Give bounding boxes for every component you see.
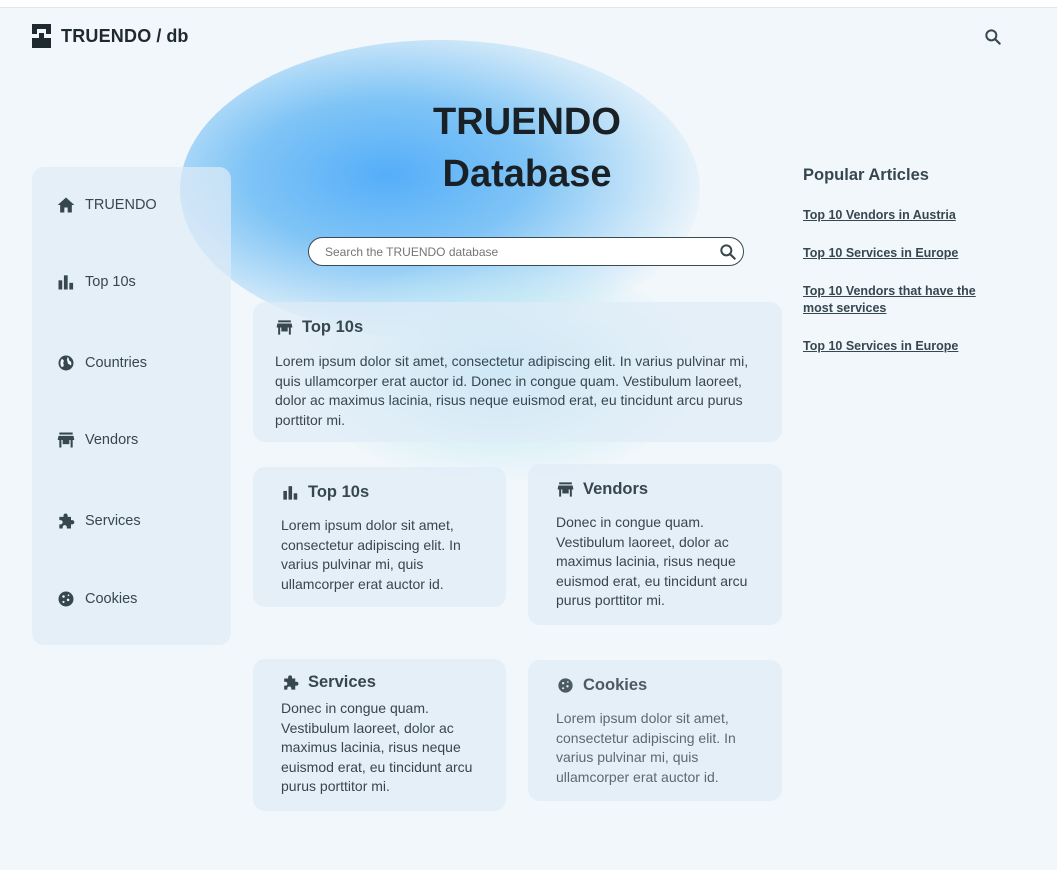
article-link[interactable]: Top 10 Services in Europe	[803, 338, 1003, 355]
card-title: Services	[308, 673, 376, 691]
card-featured-top10s[interactable]: Top 10s Lorem ipsum dolor sit amet, cons…	[253, 302, 782, 442]
sidebar-item-vendors[interactable]: Vendors	[56, 429, 138, 451]
bar-chart-icon	[283, 486, 298, 500]
globe-icon	[58, 355, 74, 371]
popular-articles-heading: Popular Articles	[803, 166, 929, 184]
page-title-line1: TRUENDO	[433, 101, 621, 143]
database-search-bar[interactable]	[308, 237, 744, 266]
sidebar-item-countries[interactable]: Countries	[56, 352, 147, 374]
card-cookies[interactable]: Cookies Lorem ipsum dolor sit amet, cons…	[528, 660, 782, 801]
card-body: Donec in congue quam. Vestibulum laoreet…	[281, 700, 473, 794]
sidebar-item-label: Countries	[85, 355, 148, 371]
card-body: Lorem ipsum dolor sit amet, consectetur …	[281, 517, 461, 592]
article-link[interactable]: Top 10 Vendors that have the most servic…	[803, 283, 1003, 317]
popular-articles: Popular Articles Top 10 Vendors in Austr…	[803, 166, 1003, 376]
home-icon	[57, 197, 75, 213]
site-logo[interactable]: TRUENDO / db	[32, 24, 188, 48]
brand-suffix: / db	[156, 25, 189, 46]
card-vendors[interactable]: Vendors Donec in congue quam. Vestibulum…	[528, 464, 782, 625]
truendo-logo-icon	[32, 24, 51, 48]
store-icon	[57, 432, 75, 448]
sidebar-item-cookies[interactable]: Cookies	[56, 588, 137, 610]
sidebar-item-top10s[interactable]: Top 10s	[56, 271, 136, 293]
sidebar-item-label: Vendors	[85, 432, 139, 448]
sidebar-item-label: Cookies	[85, 591, 138, 607]
brand-name: TRUENDO	[61, 25, 152, 46]
search-icon[interactable]	[718, 242, 738, 262]
puzzle-icon	[284, 675, 299, 690]
cookie-icon	[558, 678, 573, 693]
bar-chart-icon	[58, 275, 74, 290]
sidebar-item-truendo[interactable]: TRUENDO	[56, 194, 157, 216]
sidebar-item-label: Top 10s	[85, 274, 136, 290]
card-title: Cookies	[583, 676, 648, 694]
cookie-icon	[58, 591, 74, 607]
article-link[interactable]: Top 10 Vendors in Austria	[803, 207, 1003, 224]
card-title: Top 10s	[302, 318, 364, 336]
card-body: Lorem ipsum dolor sit amet, consectetur …	[556, 710, 736, 785]
article-link[interactable]: Top 10 Services in Europe	[803, 245, 1003, 262]
search-icon[interactable]	[983, 27, 1003, 47]
sidebar-item-label: Services	[85, 513, 141, 529]
card-body: Donec in congue quam. Vestibulum laoreet…	[556, 514, 748, 608]
card-services[interactable]: Services Donec in congue quam. Vestibulu…	[253, 659, 506, 811]
page-title: TRUENDO Database	[390, 96, 664, 200]
store-icon	[276, 320, 293, 335]
puzzle-icon	[59, 513, 75, 529]
card-top10s[interactable]: Top 10s Lorem ipsum dolor sit amet, cons…	[253, 467, 506, 607]
database-search-input[interactable]	[323, 241, 707, 263]
store-icon	[557, 482, 574, 497]
sidebar-item-label: TRUENDO	[85, 197, 157, 213]
card-title: Vendors	[583, 480, 649, 498]
sidebar-item-services[interactable]: Services	[56, 510, 141, 532]
card-title: Top 10s	[308, 483, 370, 501]
sidebar: TRUENDO Top 10s Countries Vendors Servic…	[32, 167, 231, 645]
page-title-line2: Database	[442, 153, 612, 195]
browser-top-edge	[0, 0, 1057, 8]
card-body: Lorem ipsum dolor sit amet, consectetur …	[275, 353, 749, 428]
